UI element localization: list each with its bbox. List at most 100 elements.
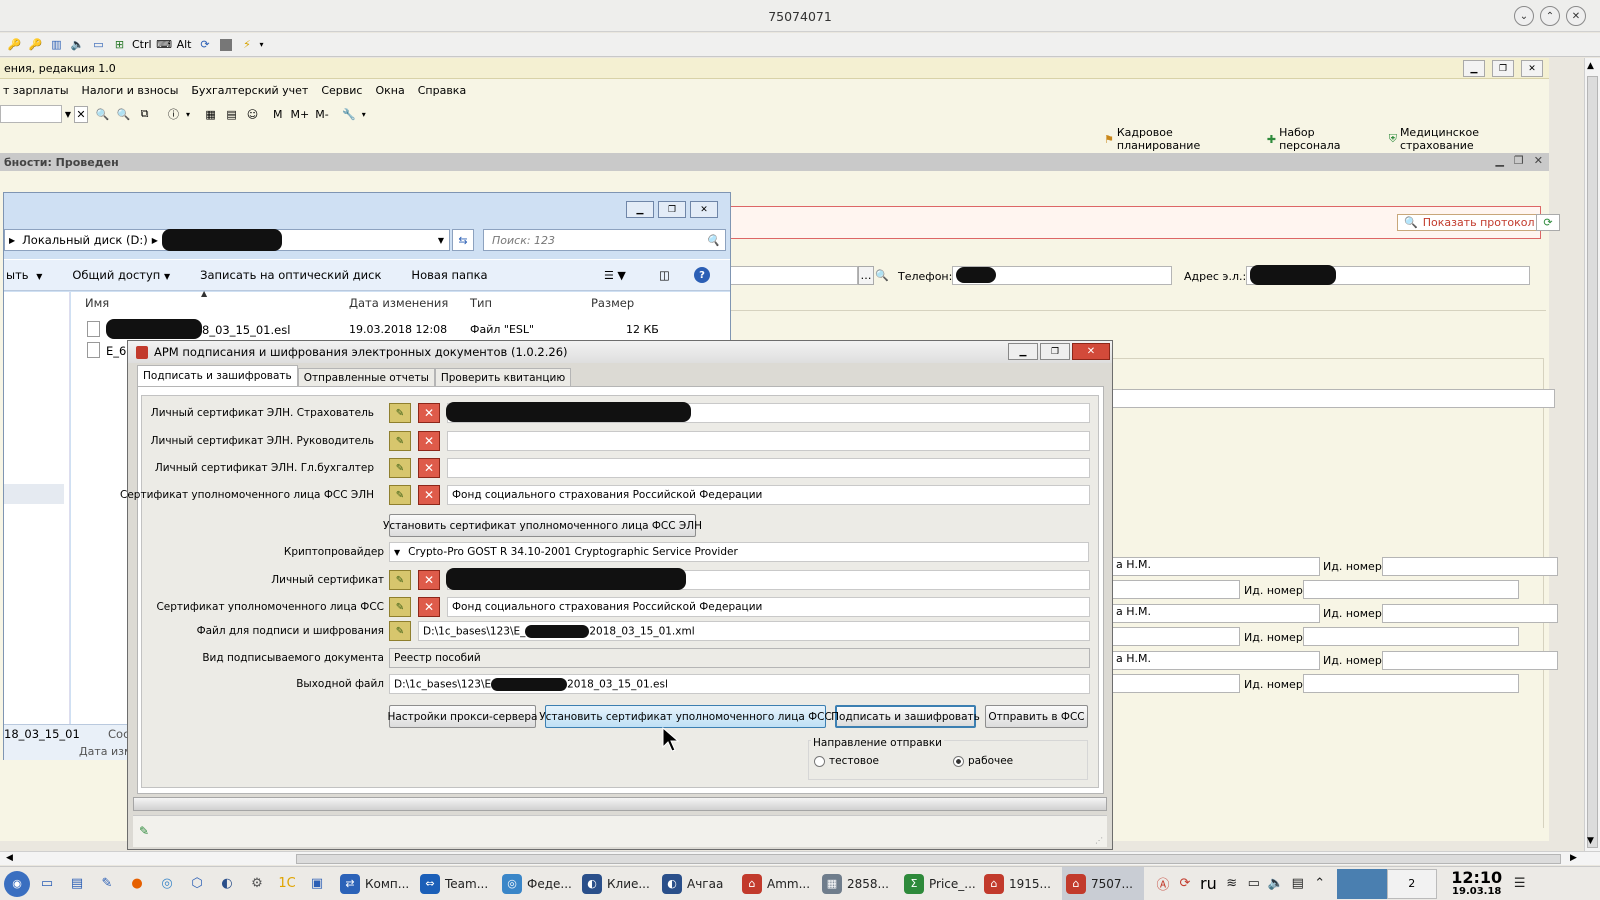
task-button[interactable]: ⌂ Amm...	[738, 867, 818, 900]
browser-icon[interactable]: ◎	[156, 873, 178, 895]
view-options-icon[interactable]: ☰ ▼	[604, 269, 626, 282]
menu-item[interactable]: т зарплаты	[3, 84, 69, 97]
new-folder-button[interactable]: Новая папка	[411, 268, 487, 282]
start-menu-icon[interactable]: ◉	[4, 870, 30, 897]
calendar-icon[interactable]: ▤	[223, 106, 240, 123]
keyboard-layout[interactable]: ru	[1200, 874, 1217, 893]
search-combo[interactable]	[0, 105, 62, 123]
ctrl-key[interactable]: Ctrl	[132, 38, 152, 51]
nav-selected-item[interactable]	[4, 484, 64, 504]
person-name-field[interactable]	[1110, 580, 1240, 599]
person-name-field[interactable]	[1110, 627, 1240, 646]
tab-check-receipt[interactable]: Проверить квитанцию	[434, 367, 572, 388]
key-icon[interactable]: 🔑	[6, 36, 23, 53]
explorer-close-button[interactable]: ✕	[690, 201, 718, 218]
person-name-field[interactable]: а Н.М.	[1110, 651, 1320, 670]
column-date[interactable]: Дата изменения	[349, 296, 448, 310]
users-icon[interactable]: ☺	[244, 106, 261, 123]
monitor-icon[interactable]: ▣	[306, 873, 328, 895]
minimize-button[interactable]: ⌄	[1514, 6, 1534, 26]
search-icon[interactable]: 🔍	[115, 106, 132, 123]
speaker-icon[interactable]: 🔈	[69, 36, 86, 53]
alt-key[interactable]: Alt	[177, 38, 192, 51]
app-minimize-button[interactable]: ▁	[1463, 60, 1485, 77]
arm-restore-button[interactable]: ❐	[1040, 343, 1070, 360]
task-button[interactable]: ◐ Ачгаа	[658, 867, 738, 900]
search-icon[interactable]: 🔍	[94, 106, 111, 123]
column-type[interactable]: Тип	[470, 296, 492, 310]
select-button[interactable]: …	[858, 266, 874, 285]
chevron-up-icon[interactable]: ⌃	[1309, 873, 1331, 895]
select-cert-icon[interactable]: ✎	[389, 431, 411, 451]
breadcrumb-drive[interactable]: Локальный диск (D:)	[22, 233, 148, 247]
id-field[interactable]	[1382, 651, 1558, 670]
clear-cert-icon[interactable]: ✕	[418, 570, 440, 590]
help-icon[interactable]: ?	[694, 267, 710, 283]
doc-close-button[interactable]: ✕	[1534, 154, 1543, 167]
link-recruitment[interactable]: ✚ Набор персонала	[1267, 126, 1375, 152]
info-icon[interactable]: ⓘ	[165, 106, 182, 123]
refresh-icon[interactable]: ⇆	[452, 229, 474, 251]
lightning-icon[interactable]: ⚡	[238, 36, 255, 53]
key-icon[interactable]: 🔑	[27, 36, 44, 53]
memory-add-button[interactable]: M+	[291, 108, 310, 121]
id-field[interactable]	[1382, 604, 1558, 623]
menu-icon[interactable]: ☰	[1509, 873, 1531, 895]
burn-disc-button[interactable]: Записать на оптический диск	[200, 268, 381, 282]
desktop-icon[interactable]: ▭	[36, 873, 58, 895]
volume-icon[interactable]: 🔈	[1265, 873, 1287, 895]
onec-icon[interactable]: 1С	[276, 873, 298, 895]
client-icon[interactable]: ◐	[216, 873, 238, 895]
wide-field[interactable]	[1110, 389, 1555, 408]
preview-pane-icon[interactable]: ◫	[659, 268, 670, 282]
memory-button[interactable]: M	[273, 108, 283, 121]
select-cert-icon[interactable]: ✎	[389, 485, 411, 505]
menu-item[interactable]: Справка	[418, 84, 466, 97]
cert-field[interactable]: Фонд социального страхования Российской …	[447, 485, 1090, 505]
copy-icon[interactable]: ⧉	[136, 106, 153, 123]
scroll-right-icon[interactable]: ▶	[1570, 853, 1577, 863]
box-icon[interactable]: ⬡	[186, 873, 208, 895]
clear-icon[interactable]: ✕	[74, 105, 88, 123]
refresh-icon[interactable]: ⟳	[1536, 214, 1560, 231]
id-field[interactable]	[1382, 557, 1558, 576]
chevron-down-icon[interactable]: ▼	[438, 236, 444, 245]
id-field[interactable]	[1303, 674, 1519, 693]
wrench-icon[interactable]: 🔧	[341, 106, 358, 123]
select-cert-icon[interactable]: ✎	[389, 597, 411, 617]
cert-field[interactable]	[447, 431, 1090, 451]
clipboard-icon[interactable]: ▤	[1287, 873, 1309, 895]
stop-icon[interactable]	[217, 36, 234, 53]
install-eln-cert-button[interactable]: Установить сертификат уполномоченного ли…	[383, 514, 702, 537]
sync-icon[interactable]: ⟳	[1174, 873, 1196, 895]
search-icon[interactable]: 🔍	[874, 266, 890, 285]
battery-icon[interactable]: ▭	[1243, 873, 1265, 895]
task-button-active[interactable]: ⌂ 7507...	[1062, 866, 1144, 900]
id-field[interactable]	[1303, 580, 1519, 599]
app-close-button[interactable]: ✕	[1521, 60, 1543, 77]
key-icon[interactable]: ⌨	[156, 36, 173, 53]
clock[interactable]: 12:10 19.03.18	[1451, 869, 1503, 898]
menu-item[interactable]: Окна	[375, 84, 404, 97]
person-name-field[interactable]: а Н.М.	[1110, 557, 1320, 576]
task-button[interactable]: Σ Price_...	[900, 867, 980, 900]
scroll-up-icon[interactable]: ▲	[1587, 61, 1594, 71]
horizontal-scrollbar[interactable]: ◀ ▶	[0, 851, 1600, 865]
file-row[interactable]: 8_03_15_01.esl 19.03.2018 12:08 Файл "ES…	[84, 319, 684, 341]
clear-cert-icon[interactable]: ✕	[418, 458, 440, 478]
select-cert-icon[interactable]: ✎	[389, 403, 411, 423]
task-button[interactable]: ⇄ Комп...	[336, 867, 416, 900]
open-button[interactable]: ыть ▼	[6, 268, 42, 282]
select-cert-icon[interactable]: ✎	[389, 458, 411, 478]
output-field[interactable]: D:\1c_bases\123\E 2018_03_15_01.esl	[389, 674, 1090, 694]
dropdown-icon[interactable]: ▼	[62, 110, 74, 119]
link-medical-insurance[interactable]: ⛨ Медицинское страхование	[1389, 126, 1549, 152]
clear-cert-icon[interactable]: ✕	[418, 431, 440, 451]
menu-item[interactable]: Сервис	[321, 84, 362, 97]
person-name-field[interactable]: а Н.М.	[1110, 604, 1320, 623]
pager-desktop-1[interactable]	[1336, 868, 1387, 899]
column-size[interactable]: Размер	[591, 296, 634, 310]
explorer-restore-button[interactable]: ❐	[658, 201, 686, 218]
firefox-icon[interactable]: ●	[126, 873, 148, 895]
resize-grip-icon[interactable]: ⋰	[1095, 836, 1103, 845]
